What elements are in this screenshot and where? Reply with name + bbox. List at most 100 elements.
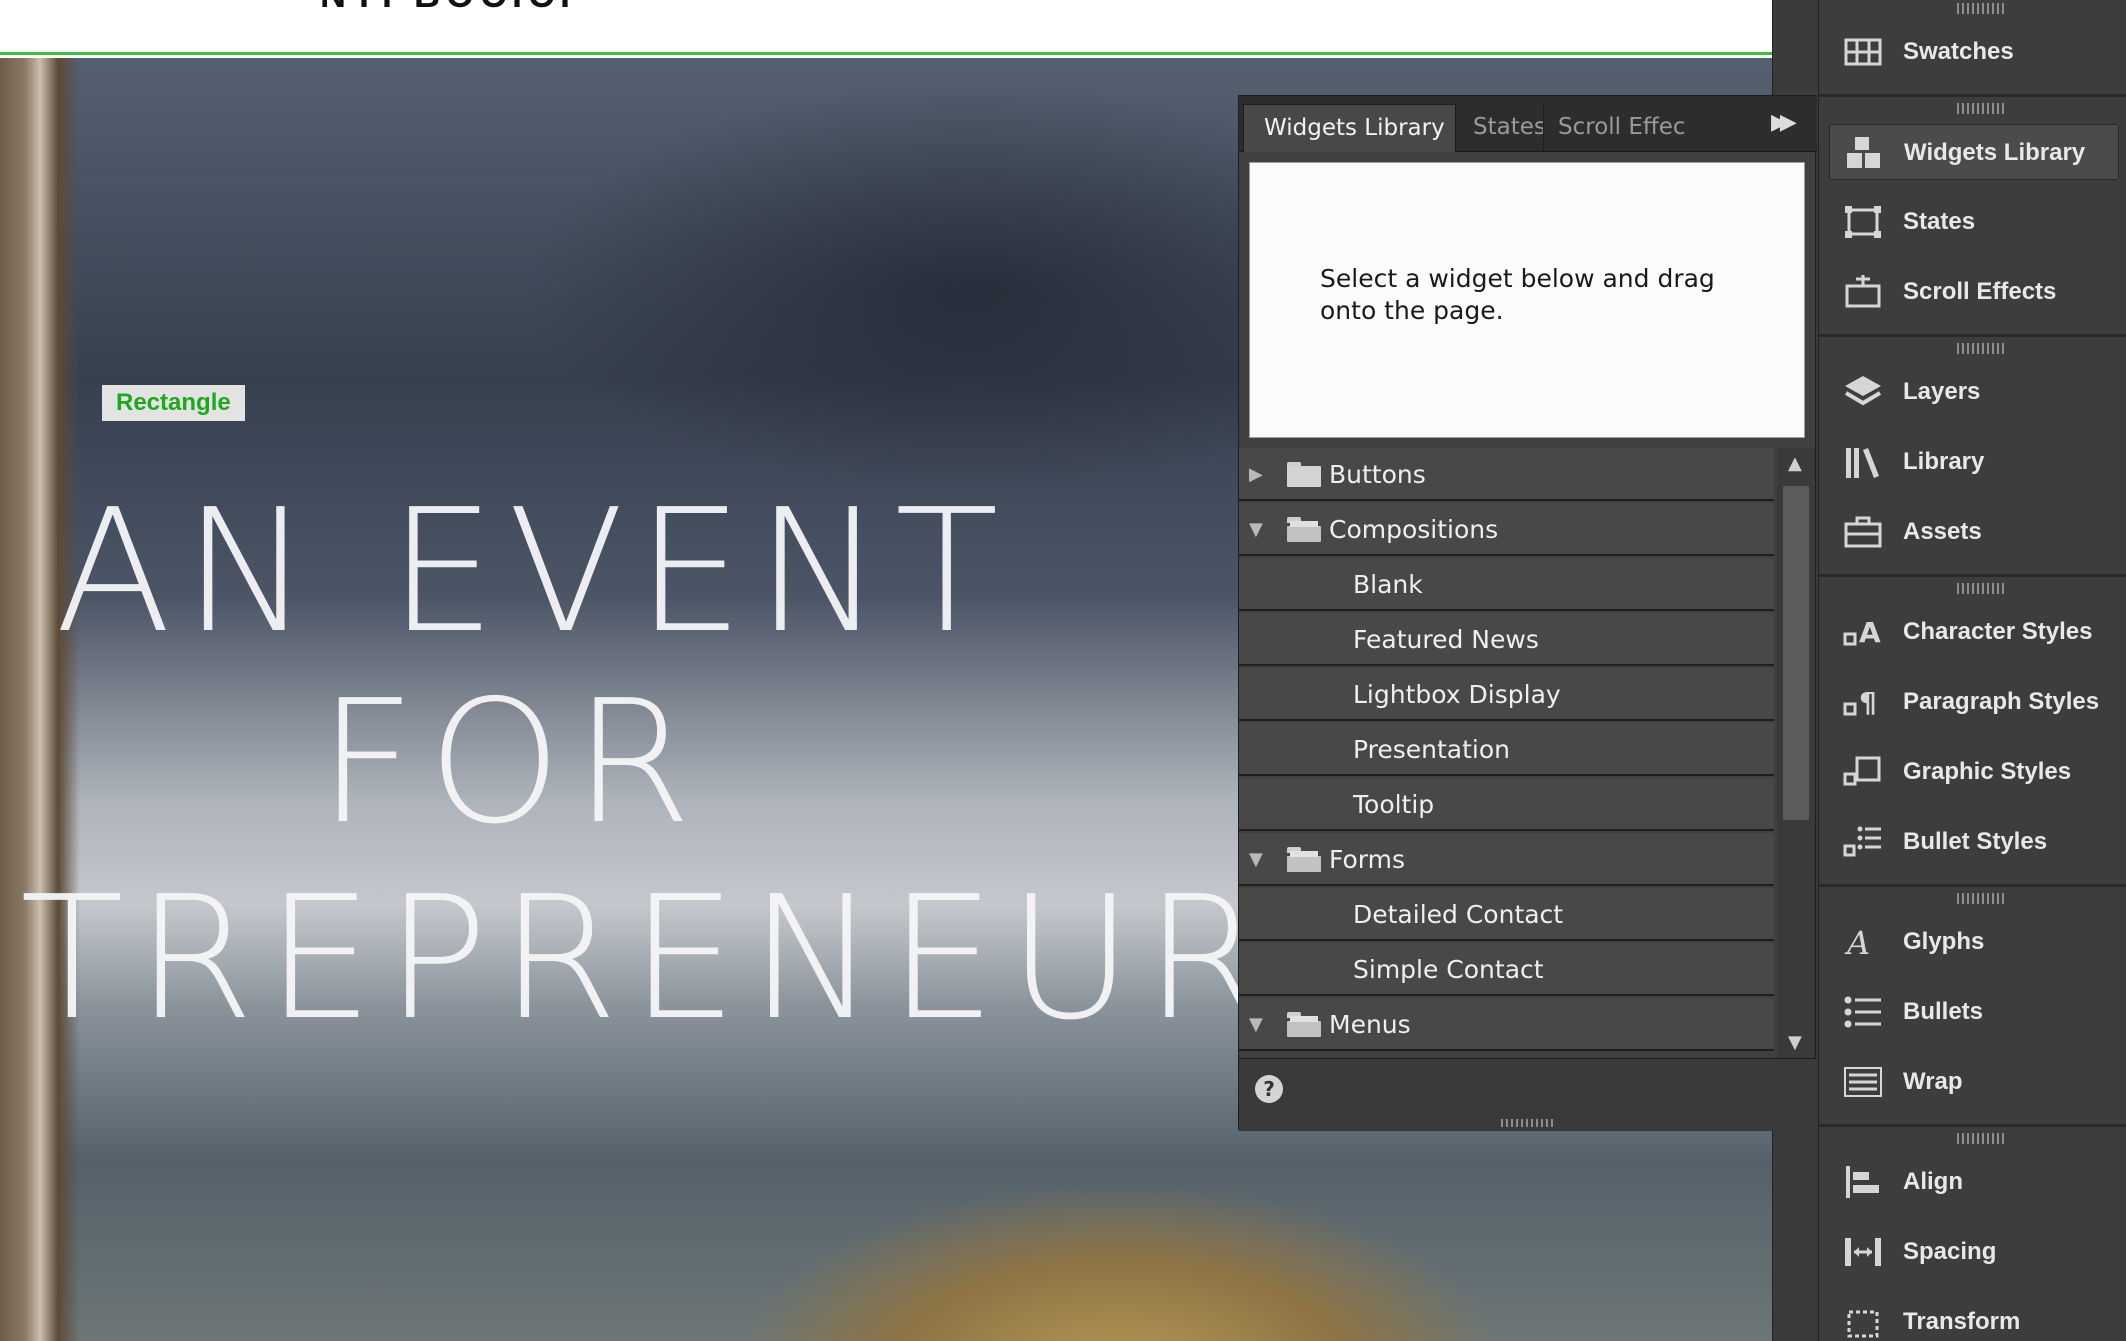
widget-tree-list: ▶ Buttons ▼ Compositions Blank Featured News L… — [1239, 448, 1774, 1058]
widget-row-label: Compositions — [1329, 515, 1499, 544]
swatches-icon — [1843, 34, 1883, 70]
tab-scroll-effects[interactable]: Scroll Effect — [1546, 104, 1686, 152]
graphic-styles-icon — [1843, 754, 1883, 790]
dock-item-label: Paragraph Styles — [1903, 688, 2100, 715]
header-cut-text: NYI BOCICI — [320, 0, 576, 16]
dock-item-widgets-library[interactable]: Widgets Library — [1829, 124, 2119, 180]
dock-group-separator — [1819, 574, 2126, 577]
dock-item-label: Align — [1903, 1168, 1963, 1195]
widget-item-row[interactable]: Featured News — [1239, 613, 1774, 666]
dock-item-bullet-styles[interactable]: Bullet Styles — [1829, 814, 2119, 870]
dock-item-label: Layers — [1903, 378, 1981, 405]
dock-item-layers[interactable]: Layers — [1829, 364, 2119, 420]
widget-folder-row[interactable]: ▼ Forms — [1239, 833, 1774, 886]
scroll-up-arrow-icon[interactable]: ▲ — [1788, 453, 1802, 474]
widget-row-label: Presentation — [1353, 735, 1511, 764]
widgets-library-panel: Widgets Library States Scroll Effect ▶▶ … — [1238, 95, 1817, 1131]
widget-row-label: Forms — [1329, 845, 1406, 874]
folder-open-icon — [1287, 847, 1321, 872]
dock-group-grip[interactable] — [1957, 103, 2007, 114]
widget-item-row[interactable]: Lightbox Display — [1239, 668, 1774, 721]
dock-item-label: Transform — [1903, 1308, 2021, 1335]
dock-item-paragraph-styles[interactable]: ¶ Paragraph Styles — [1829, 674, 2119, 730]
dock-item-label: Bullet Styles — [1903, 828, 2048, 855]
right-panel-dock: Swatches Widgets Library States Scroll Effe… — [1818, 0, 2126, 1341]
widget-preview-area: Select a widget below and drag onto the … — [1249, 162, 1805, 438]
dock-item-label: States — [1903, 208, 1976, 235]
dock-item-swatches[interactable]: Swatches — [1829, 24, 2119, 80]
double-chevron-right-icon[interactable]: ▶▶ — [1771, 110, 1797, 135]
tab-widgets-library[interactable]: Widgets Library — [1243, 104, 1456, 152]
page-header-strip[interactable]: NYI BOCICI — [0, 0, 1772, 55]
dock-group-grip[interactable] — [1957, 3, 2007, 14]
dock-item-states[interactable]: States — [1829, 194, 2119, 250]
dock-item-align[interactable]: Align — [1829, 1154, 2119, 1210]
align-icon — [1843, 1164, 1883, 1200]
dock-item-glyphs[interactable]: A Glyphs — [1829, 914, 2119, 970]
widget-row-label: Tooltip — [1353, 790, 1435, 819]
widget-item-row[interactable]: Presentation — [1239, 723, 1774, 776]
widget-item-row[interactable]: Detailed Contact — [1239, 888, 1774, 941]
dock-item-label: Glyphs — [1903, 928, 1985, 955]
dock-item-character-styles[interactable]: A Character Styles — [1829, 604, 2119, 660]
svg-text:A: A — [1859, 616, 1881, 649]
scroll-effects-icon — [1843, 274, 1883, 310]
layers-icon — [1843, 374, 1883, 410]
svg-text:A: A — [1844, 924, 1870, 960]
dock-item-label: Assets — [1903, 518, 1982, 545]
dock-item-scroll-effects[interactable]: Scroll Effects — [1829, 264, 2119, 320]
paragraph-styles-icon: ¶ — [1843, 684, 1883, 720]
widget-item-row[interactable]: Blank — [1239, 558, 1774, 611]
list-scrollbar[interactable]: ▲ ▼ — [1777, 448, 1815, 1058]
hero-heading-line[interactable]: TREPRENEURS — [20, 860, 1394, 1058]
hero-heading-line[interactable]: FOR — [318, 664, 704, 862]
expanded-triangle-icon[interactable]: ▼ — [1249, 1014, 1263, 1035]
character-styles-icon: A — [1843, 614, 1883, 650]
dock-group-separator — [1819, 1124, 2126, 1127]
dock-group-grip[interactable] — [1957, 1133, 2007, 1144]
dock-item-bullets[interactable]: Bullets — [1829, 984, 2119, 1040]
widget-folder-row[interactable]: ▼ Menus — [1239, 998, 1774, 1051]
expanded-triangle-icon[interactable]: ▼ — [1249, 849, 1263, 870]
folder-icon — [1287, 462, 1321, 487]
bullet-styles-icon — [1843, 824, 1883, 860]
hero-heading-line[interactable]: AN EVENT — [55, 473, 1011, 671]
dock-item-assets[interactable]: Assets — [1829, 504, 2119, 560]
dock-item-transform[interactable]: Transform — [1829, 1294, 2119, 1341]
spacing-icon — [1843, 1234, 1883, 1270]
scroll-thumb[interactable] — [1783, 486, 1809, 820]
panel-tab-bar: Widgets Library States Scroll Effect ▶▶ — [1239, 96, 1817, 152]
dock-group-grip[interactable] — [1957, 583, 2007, 594]
dock-group-grip[interactable] — [1957, 343, 2007, 354]
dock-item-label: Spacing — [1903, 1238, 1997, 1265]
dock-item-spacing[interactable]: Spacing — [1829, 1224, 2119, 1280]
dock-group-grip[interactable] — [1957, 893, 2007, 904]
widget-item-row[interactable]: Simple Contact — [1239, 943, 1774, 996]
dock-group-separator — [1819, 94, 2126, 97]
svg-text:¶: ¶ — [1859, 686, 1877, 719]
wrap-icon — [1843, 1064, 1883, 1100]
panel-resize-grip[interactable] — [1501, 1119, 1553, 1127]
tab-states[interactable]: States — [1459, 104, 1544, 152]
widget-row-label: Simple Contact — [1353, 955, 1544, 984]
dock-item-graphic-styles[interactable]: Graphic Styles — [1829, 744, 2119, 800]
expanded-triangle-icon[interactable]: ▼ — [1249, 519, 1263, 540]
selection-label: Rectangle — [102, 385, 245, 421]
dock-group-separator — [1819, 334, 2126, 337]
help-icon[interactable]: ? — [1255, 1075, 1283, 1103]
widget-item-row[interactable]: Tooltip — [1239, 778, 1774, 831]
collapsed-triangle-icon[interactable]: ▶ — [1249, 464, 1263, 485]
widget-folder-row[interactable]: ▶ Buttons — [1239, 448, 1774, 501]
dock-item-wrap[interactable]: Wrap — [1829, 1054, 2119, 1110]
dock-item-library[interactable]: Library — [1829, 434, 2119, 490]
widget-row-label: Blank — [1353, 570, 1423, 599]
dock-item-label: Character Styles — [1903, 618, 2093, 645]
widget-folder-row[interactable]: ▼ Compositions — [1239, 503, 1774, 556]
dock-item-label: Bullets — [1903, 998, 1984, 1025]
panel-footer: ? — [1239, 1058, 1817, 1131]
library-icon — [1843, 444, 1883, 480]
widget-row-label: Buttons — [1329, 460, 1426, 489]
widget-row-label: Featured News — [1353, 625, 1539, 654]
scroll-down-arrow-icon[interactable]: ▼ — [1788, 1032, 1802, 1053]
glyphs-icon: A — [1843, 924, 1883, 962]
